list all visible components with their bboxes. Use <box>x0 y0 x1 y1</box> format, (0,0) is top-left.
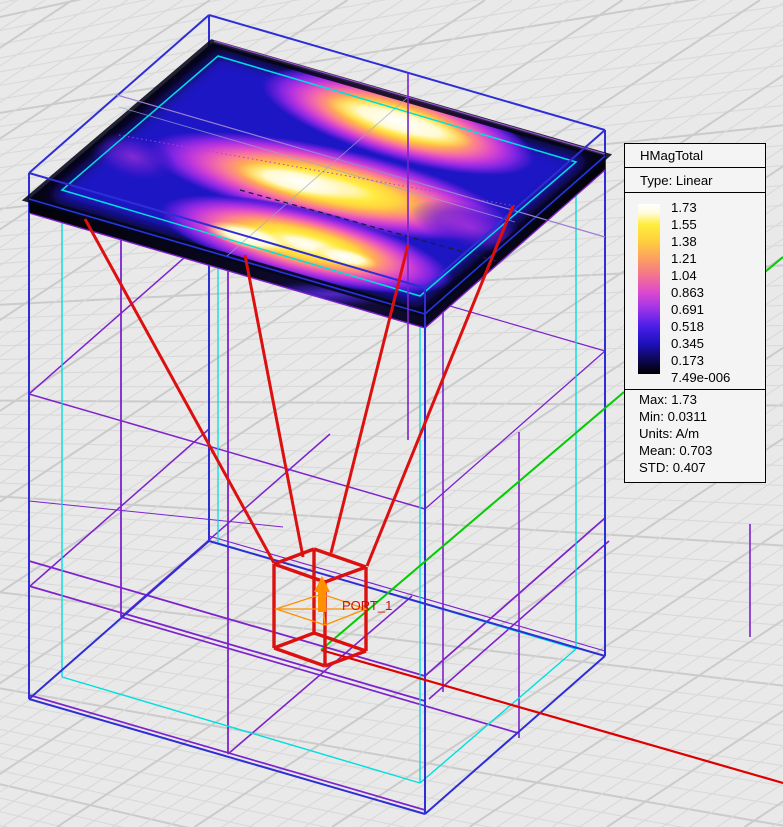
svg-text:PORT_1: PORT_1 <box>342 598 392 613</box>
svg-text:1.21: 1.21 <box>671 251 697 266</box>
svg-text:Units: A/m: Units: A/m <box>639 426 699 441</box>
svg-text:1.73: 1.73 <box>671 200 697 215</box>
svg-text:1.38: 1.38 <box>671 234 697 249</box>
svg-text:Mean: 0.703: Mean: 0.703 <box>639 443 712 458</box>
svg-text:Min: 0.0311: Min: 0.0311 <box>639 409 707 424</box>
svg-text:1.04: 1.04 <box>671 268 697 283</box>
svg-text:0.863: 0.863 <box>671 285 704 300</box>
svg-text:Type: Linear: Type: Linear <box>640 173 713 188</box>
svg-text:0.518: 0.518 <box>671 319 704 334</box>
svg-text:7.49e-006: 7.49e-006 <box>671 370 730 385</box>
svg-text:0.691: 0.691 <box>671 302 704 317</box>
svg-text:0.173: 0.173 <box>671 353 704 368</box>
svg-text:STD: 0.407: STD: 0.407 <box>639 460 706 475</box>
svg-text:Max: 1.73: Max: 1.73 <box>639 392 697 407</box>
svg-text:1.55: 1.55 <box>671 217 697 232</box>
svg-text:HMagTotal: HMagTotal <box>640 148 703 163</box>
svg-text:0.345: 0.345 <box>671 336 704 351</box>
